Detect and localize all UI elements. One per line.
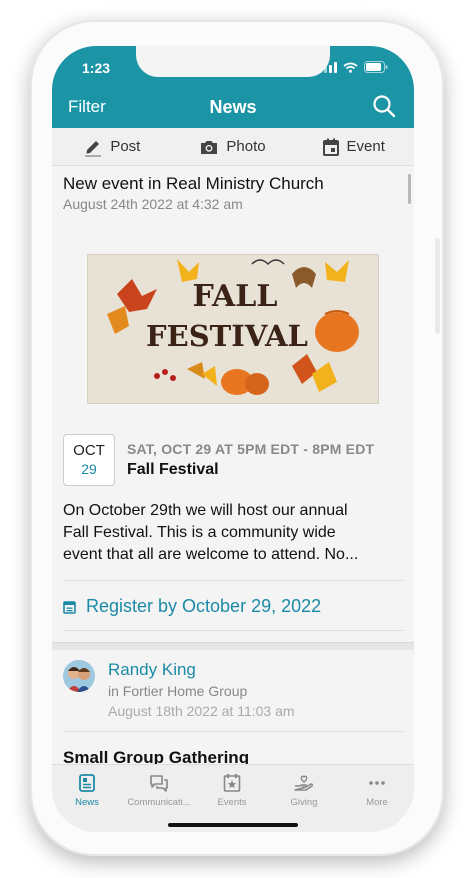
tab-label: Communicati...: [127, 797, 191, 808]
app-screen: 1:23 Filter News Post Photo Event New ev…: [52, 46, 414, 832]
event-description: On October 29th we will host our annual …: [63, 500, 405, 566]
post-action-label: Post: [110, 138, 141, 155]
composer-actions: Post Photo Event: [52, 128, 414, 166]
tab-more[interactable]: More: [341, 773, 413, 808]
divider: [63, 580, 403, 581]
divider: [63, 731, 403, 732]
calendar-icon: [63, 600, 76, 614]
tab-communications[interactable]: Communicati...: [123, 773, 195, 808]
event-description-line: event that all are welcome to attend. No…: [63, 546, 359, 563]
tab-label: News: [75, 797, 99, 808]
pencil-icon: [85, 140, 102, 157]
tab-label: Events: [217, 797, 247, 808]
home-indicator[interactable]: [168, 823, 298, 827]
tab-events[interactable]: Events: [196, 773, 268, 808]
signal-icon: [319, 61, 337, 73]
camera-icon: [201, 140, 218, 154]
register-link[interactable]: Register by October 29, 2022: [63, 596, 321, 617]
post-date: August 24th 2022 at 4:32 am: [63, 196, 243, 212]
tab-giving[interactable]: Giving: [268, 773, 340, 808]
event-description-line: On October 29th we will host our annual: [63, 502, 348, 519]
event-description-line: Fall Festival. This is a community wide: [63, 524, 336, 541]
events-icon: [223, 774, 241, 792]
post-title: New event in Real Ministry Church: [63, 174, 324, 193]
divider: [63, 630, 403, 631]
register-label: Register by October 29, 2022: [86, 596, 322, 616]
author-name[interactable]: Randy King: [108, 660, 196, 680]
event-name[interactable]: Fall Festival: [127, 461, 219, 479]
banner-festival-text: FESTIVAL: [146, 319, 308, 353]
post-date: August 18th 2022 at 11:03 am: [108, 703, 295, 719]
post-separator: [52, 642, 414, 650]
photo-action-label: Photo: [226, 138, 266, 155]
event-month: OCT: [73, 442, 105, 459]
event-day: 29: [81, 461, 97, 477]
tab-bar: News Communicati... Events Giving More: [52, 764, 414, 832]
page-title: News: [209, 97, 257, 117]
tab-label: Giving: [290, 797, 318, 808]
event-action-label: Event: [346, 138, 385, 155]
chat-icon: [150, 775, 168, 792]
phone-side-button: [435, 238, 440, 334]
app-header: 1:23 Filter News: [52, 46, 414, 128]
calendar-icon: [322, 138, 339, 156]
search-icon[interactable]: [372, 94, 396, 118]
more-icon: [369, 781, 385, 785]
device-notch: [136, 46, 330, 77]
post-title: Small Group Gathering: [63, 748, 250, 764]
wifi-icon: [343, 62, 358, 73]
pumpkin-icon: [315, 312, 359, 352]
tab-news[interactable]: News: [52, 773, 123, 808]
news-feed[interactable]: New event in Real Ministry Church August…: [52, 166, 414, 764]
event-action-button[interactable]: Event: [293, 138, 414, 156]
event-time: SAT, OCT 29 AT 5PM EDT - 8PM EDT: [127, 441, 375, 457]
news-icon: [79, 774, 95, 792]
battery-icon: [364, 61, 388, 73]
post-action-button[interactable]: Post: [52, 137, 173, 157]
event-date-box: OCT 29: [63, 434, 115, 486]
avatar[interactable]: [63, 660, 95, 692]
feed-scrollbar[interactable]: [408, 174, 411, 204]
photo-action-button[interactable]: Photo: [173, 138, 294, 155]
giving-icon: [294, 775, 314, 791]
banner-fall-text: FALL: [192, 279, 277, 314]
author-group: in Fortier Home Group: [108, 683, 248, 699]
status-time: 1:23: [82, 60, 111, 76]
event-banner-image[interactable]: FALL FESTIVAL: [87, 254, 379, 404]
tab-label: More: [366, 797, 388, 808]
status-icons: [319, 61, 388, 73]
